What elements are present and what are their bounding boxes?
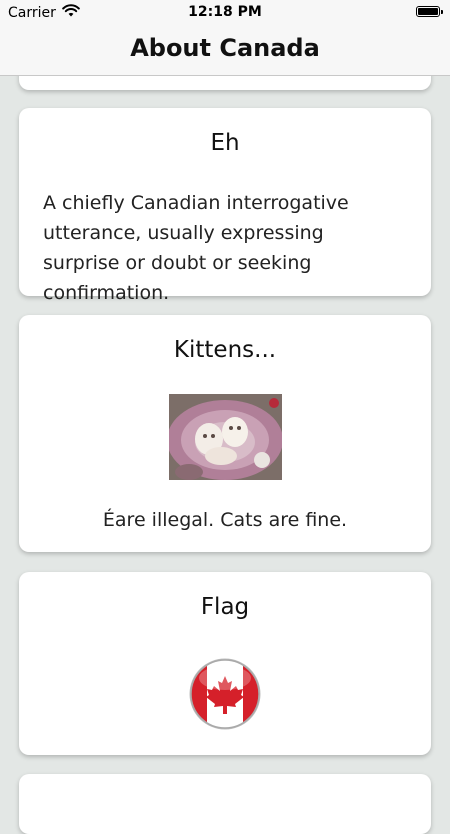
navigation-bar: About Canada [0, 24, 450, 76]
card-title: Eh [210, 130, 240, 156]
card-text: Éare illegal. Cats are fine. [102, 509, 348, 531]
kittens-photo [169, 394, 282, 480]
card-eh: Eh A chiefly Canadian interrogative utte… [19, 108, 431, 304]
card-flag: Flag [19, 572, 431, 755]
card-title: Flag [200, 594, 250, 620]
card-next [19, 774, 431, 834]
card-list[interactable]: Eh A chiefly Canadian interrogative utte… [0, 0, 450, 834]
card-kittens: Kittens... Éare illegal. Cats are fine. [19, 315, 431, 552]
canada-flag-icon [189, 658, 261, 730]
card-title: Kittens... [173, 337, 277, 363]
page-title: About Canada [130, 34, 320, 62]
card-text: A chiefly Canadian interrogative utteran… [43, 192, 349, 304]
